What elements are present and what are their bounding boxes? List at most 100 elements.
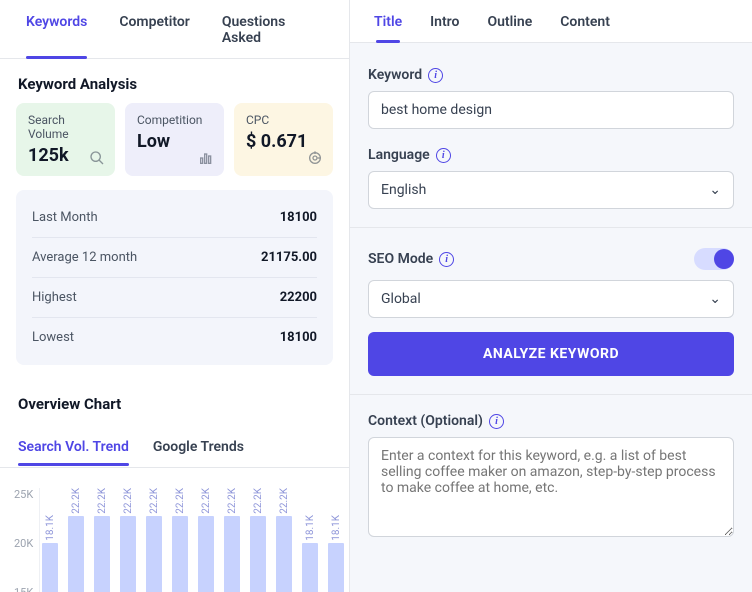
metric-cpc[interactable]: CPC $ 0.671 [234,103,333,176]
bar-value-label: 22.2K [201,488,212,514]
stat-value: 18100 [280,210,317,225]
stat-value: 22200 [280,290,317,305]
stat-value: 18100 [280,330,317,345]
select-value: Global [381,291,421,307]
keyword-input[interactable] [368,91,734,129]
stat-row: Highest 22200 [32,278,317,318]
bar [328,543,344,592]
tab-questions[interactable]: Questions Asked [206,0,339,58]
seo-mode-label: SEO Mode i [368,251,454,267]
context-label: Context (Optional) i [368,413,734,429]
metrics-row: Search Volume 125k Competition Low CPC $… [0,103,349,176]
info-icon[interactable]: i [439,252,454,267]
stat-row: Average 12 month 21175.00 [32,238,317,278]
metric-value: $ 0.671 [246,131,321,152]
label-text: Context (Optional) [368,413,483,429]
bar-column: 22.2K [248,488,268,592]
info-icon[interactable]: i [428,68,443,83]
bar-column: 22.2K [274,488,294,592]
bar-column: 18.1K [40,488,60,592]
right-tabs: Title Intro Outline Content [350,0,752,43]
metric-search-volume[interactable]: Search Volume 125k [16,103,115,176]
sub-tab-google-trends[interactable]: Google Trends [153,429,244,465]
bar [198,516,214,592]
bar-value-label: 22.2K [227,488,238,514]
stat-label: Last Month [32,210,98,225]
metric-value: Low [137,131,212,152]
section-title-keyword-analysis: Keyword Analysis [0,59,349,103]
stat-label: Average 12 month [32,250,137,265]
bar-value-label: 18.1K [45,515,56,541]
chart-bars: 18.1K 22.2K 22.2K 22.2K 22.2K 22.2K 22.2K 22.2K… [39,488,346,592]
bar-column: 22.2K [92,488,112,592]
info-icon[interactable]: i [489,414,504,429]
bar-value-label: 22.2K [149,488,160,514]
tab-keywords[interactable]: Keywords [10,0,103,58]
context-textarea[interactable] [368,437,734,537]
bar-value-label: 22.2K [97,488,108,514]
metric-label: Competition [137,113,212,127]
sub-tab-search-vol[interactable]: Search Vol. Trend [18,429,129,465]
bar-column: 18.1K [326,488,346,592]
bar [146,516,162,592]
bar-value-label: 18.1K [305,515,316,541]
y-tick: 20K [14,537,33,550]
bar-column: 22.2K [196,488,216,592]
keyword-label: Keyword i [368,67,734,83]
bar [68,516,84,592]
section-title-overview-chart: Overview Chart [0,379,349,423]
y-tick: 15K [14,586,33,592]
analyze-keyword-button[interactable]: ANALYZE KEYWORD [368,332,734,376]
label-text: Keyword [368,67,422,83]
metric-label: CPC [246,113,321,127]
search-icon [89,150,105,166]
stats-card: Last Month 18100 Average 12 month 21175.… [16,190,333,365]
chevron-down-icon: ⌄ [709,291,721,307]
metric-competition[interactable]: Competition Low [125,103,224,176]
bar-value-label: 22.2K [279,488,290,514]
bar [172,516,188,592]
stat-row: Last Month 18100 [32,198,317,238]
bar [250,516,266,592]
language-select[interactable]: English ⌄ [368,171,734,209]
stat-row: Lowest 18100 [32,318,317,357]
label-text: Language [368,147,430,163]
metric-label: Search Volume [28,113,103,141]
bar-column: 22.2K [170,488,190,592]
bar [302,543,318,592]
stat-value: 21175.00 [261,250,317,265]
bar [224,516,240,592]
tab-competitor[interactable]: Competitor [103,0,205,58]
divider [350,227,752,228]
bar [120,516,136,592]
bar-value-label: 18.1K [331,515,342,541]
scope-select[interactable]: Global ⌄ [368,280,734,318]
bar-value-label: 22.2K [123,488,134,514]
label-text: SEO Mode [368,251,433,267]
bar [42,543,58,592]
search-volume-chart: 25K20K15K10K 18.1K22.2K22.2K22.2K22.2K22… [0,468,349,592]
chart-sub-tabs: Search Vol. Trend Google Trends [0,429,349,468]
bar-value-label: 22.2K [71,488,82,514]
select-value: English [381,182,426,198]
seo-mode-toggle[interactable] [694,248,734,270]
tab-outline[interactable]: Outline [473,0,546,42]
bar-value-label: 22.2K [175,488,186,514]
info-icon[interactable]: i [436,148,451,163]
tab-content[interactable]: Content [546,0,624,42]
bar-column: 22.2K [222,488,242,592]
divider [350,394,752,395]
bar-chart-icon [198,150,214,166]
bar-value-label: 22.2K [253,488,264,514]
target-icon [307,150,323,166]
bar-column: 22.2K [144,488,164,592]
bar-column: 22.2K [66,488,86,592]
bar [276,516,292,592]
stat-label: Highest [32,290,77,305]
chart-y-axis: 25K20K15K10K [14,488,39,592]
bar-column: 22.2K [118,488,138,592]
y-tick: 25K [14,488,33,501]
bar [94,516,110,592]
tab-intro[interactable]: Intro [416,0,473,42]
tab-title[interactable]: Title [360,0,416,42]
